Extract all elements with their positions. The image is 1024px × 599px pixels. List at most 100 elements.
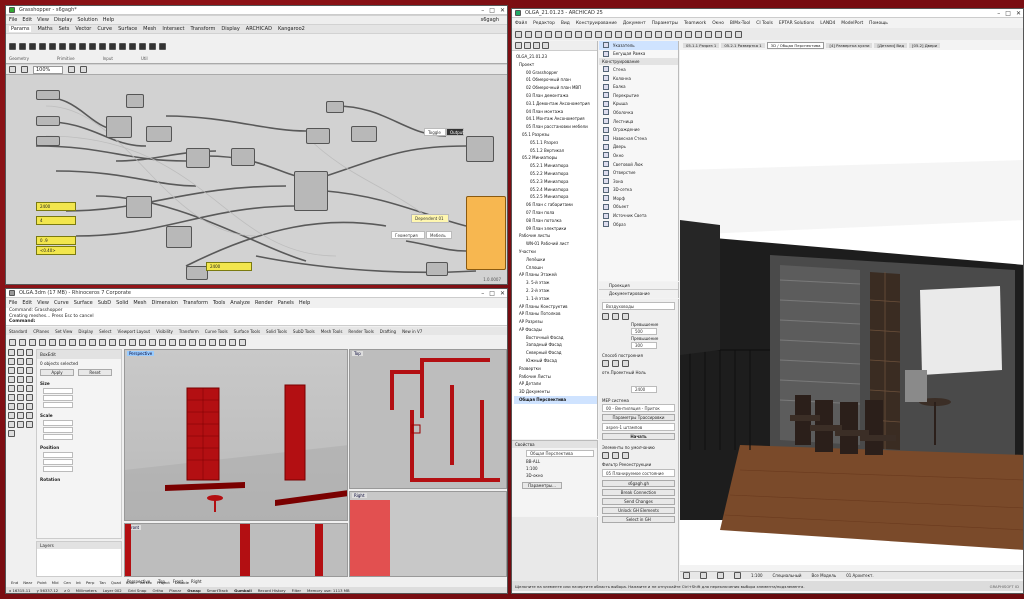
y-field[interactable] [43,459,73,465]
tree-item[interactable]: OLGA_21.01.23 [514,53,597,61]
prop-type[interactable]: 3D-окно [512,472,597,479]
select-in-gh-button[interactable]: Select in GH [602,516,675,523]
rectangle-icon[interactable] [8,367,15,374]
tool-image[interactable]: Образ [599,220,678,229]
tree-item[interactable]: AP Разрезы [514,318,597,326]
sphere-icon[interactable] [26,376,33,383]
tree-item[interactable]: AP Планы Этажей [514,271,597,279]
tree-item[interactable]: 05.2.5 Миниатюра [514,193,597,201]
elevation-icon[interactable] [665,30,672,38]
menu-view[interactable]: View [37,17,49,23]
tool-opening[interactable]: Отверстие [599,168,678,177]
reset-button[interactable]: Reset [78,369,112,376]
tree-item[interactable]: AP Планы Конструктив [514,303,597,311]
menu-display[interactable]: Display [54,17,72,23]
osnap-end[interactable]: End [11,580,18,585]
tool-curtain-wall[interactable]: Навесная Стена [599,134,678,143]
toggle-panel[interactable]: Toggle [424,128,446,136]
number-component[interactable] [36,116,60,126]
osnap-near[interactable]: Near [23,580,32,585]
save-icon[interactable] [535,30,542,38]
toolbar-tab[interactable]: SubD Tools [293,329,315,334]
gumball[interactable]: Gumball [234,588,252,593]
new-icon[interactable] [9,338,16,346]
fit-icon[interactable] [717,572,724,579]
osnap-mid[interactable]: Mid [52,580,59,585]
copy-icon[interactable] [59,338,66,346]
undo-icon[interactable] [545,30,552,38]
menu-item[interactable]: Mesh [133,300,146,306]
zoom-icon[interactable] [109,338,116,346]
viewport-top[interactable]: Top [349,349,507,489]
section-icon[interactable] [655,30,662,38]
minimize-icon[interactable]: – [481,290,484,297]
sketch-icon[interactable] [68,66,76,73]
toggle-component[interactable] [126,94,144,108]
param-icon[interactable] [59,42,66,50]
tool-wall[interactable]: Стена [599,65,678,74]
record-history[interactable]: Record History [258,588,286,593]
layer-combo[interactable]: aspen-1 штампов [602,423,675,431]
line-icon[interactable] [17,349,24,356]
group-projection[interactable]: Проекция [599,282,678,290]
maximize-icon[interactable]: □ [489,7,495,14]
toolbar-tab[interactable]: Solid Tools [266,329,287,334]
material-icon[interactable] [179,338,186,346]
boolean-icon[interactable] [8,385,15,392]
menu-item[interactable]: Вид [561,21,570,26]
snap-icon[interactable] [605,30,612,38]
ruler-icon[interactable] [715,30,722,38]
tool-skylight[interactable]: Световой Люк [599,160,678,169]
minimize-icon[interactable]: – [997,10,1000,17]
number-component[interactable] [36,136,60,146]
layout-book-icon[interactable] [533,42,540,49]
number-slider[interactable]: <0.40> [36,246,76,255]
current-layer[interactable]: Layer 002 [103,588,122,593]
menu-item[interactable]: Analyze [230,300,250,306]
menu-item[interactable]: LAND4 [820,21,835,26]
view-map-icon[interactable] [524,42,531,49]
menu-help[interactable]: Help [103,17,114,23]
tree-item[interactable]: 08 План потолка [514,217,597,225]
paste-icon[interactable] [69,338,76,346]
3d-viewport[interactable] [680,50,1023,565]
undo-icon[interactable] [79,338,86,346]
toolbar-tab[interactable]: Transform [179,329,199,334]
3d-icon[interactable] [645,30,652,38]
point-icon[interactable] [8,349,15,356]
param-icon[interactable] [119,42,126,50]
view-name-field[interactable]: Общая Перспектива [526,450,594,457]
viewport-label[interactable]: Right [352,493,367,498]
menu-item[interactable]: Help [299,300,310,306]
tool-morph[interactable]: Морф [599,194,678,203]
element-icon[interactable] [602,452,609,459]
tree-item-selected[interactable]: Общая Перспектива [514,396,597,404]
tree-item[interactable]: 05.1.1 Разрез [514,139,597,147]
x-field[interactable] [43,452,73,458]
redo-icon[interactable] [555,30,562,38]
grid-icon[interactable] [209,338,216,346]
zoom-window-icon[interactable] [119,338,126,346]
tree-item[interactable]: AP Детали [514,380,597,388]
tool-mesh[interactable]: 3D-сетка [599,186,678,195]
scale-component[interactable] [306,128,330,144]
toolbar-tab[interactable]: New in V7 [402,329,422,334]
tab-maths[interactable]: Maths [37,26,52,32]
tab-curve[interactable]: Curve [97,26,112,32]
method-icon[interactable] [602,360,609,367]
doc-tab-active[interactable]: 3D / Общая Перспектива [766,41,825,49]
tool-window[interactable]: Окно [599,151,678,160]
help-icon[interactable] [735,30,742,38]
duct-icon[interactable] [602,313,609,320]
render-icon[interactable] [695,30,702,38]
tree-item[interactable]: Сплошн [514,264,597,272]
osnap-tan[interactable]: Tan [99,580,105,585]
osnap-int[interactable]: Int [76,580,81,585]
number-slider[interactable]: 0 .9 [36,236,76,245]
method-icon[interactable] [622,360,629,367]
offset2-field[interactable]: 300 [631,342,657,349]
tool-stair[interactable]: Лестница [599,117,678,126]
tree-item[interactable]: 05.2.3 Миниатюра [514,178,597,186]
menu-item[interactable]: File [9,300,17,306]
param-icon[interactable] [139,42,146,50]
